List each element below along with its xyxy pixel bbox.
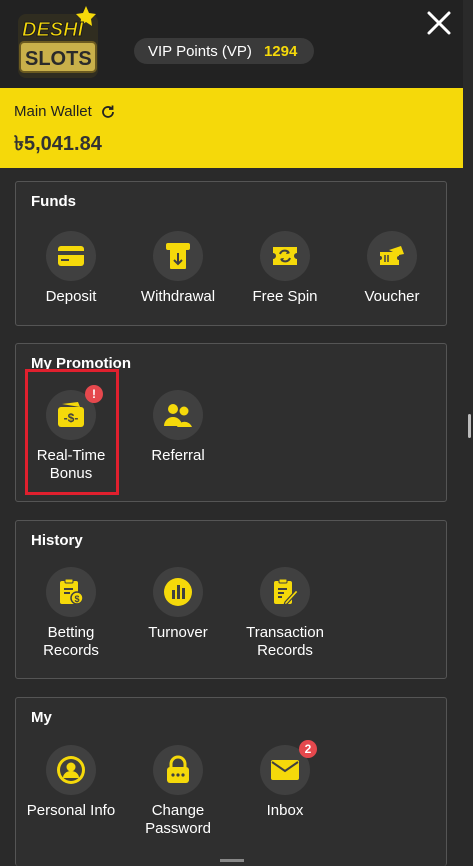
betting-records-icon: $ — [60, 578, 84, 605]
free-spin-label: Free Spin — [252, 288, 318, 305]
transaction-records-label: Transaction Records — [246, 624, 324, 659]
lock-password-icon — [167, 755, 189, 783]
deshi-slots-logo[interactable]: DESHI SLOTS — [14, 4, 106, 82]
referral-people-icon — [164, 404, 192, 427]
withdrawal-label: Withdrawal — [140, 288, 216, 305]
bonus-wallet-icon: -$- — [58, 402, 84, 427]
svg-text:SLOTS: SLOTS — [25, 48, 92, 70]
svg-text:-$-: -$- — [64, 411, 79, 425]
voucher-label: Voucher — [364, 288, 420, 305]
deposit-label: Deposit — [45, 288, 97, 305]
mail-icon — [271, 760, 299, 780]
voucher-button[interactable]: Voucher — [337, 231, 447, 306]
promotion-section: My Promotion -$- ! Real-Time Bonus Refer… — [15, 343, 447, 502]
section-title: Funds — [31, 193, 76, 210]
inbox-button[interactable]: 2 Inbox — [230, 740, 340, 820]
voucher-icon — [380, 246, 404, 265]
turnover-button[interactable]: Turnover — [123, 567, 233, 642]
bonus-alert-badge: ! — [85, 385, 103, 403]
withdrawal-button[interactable]: Withdrawal — [123, 231, 233, 306]
betting-records-label: Betting Records — [43, 624, 99, 659]
funds-section: Funds Deposit Withdrawal Free Spin Vouch… — [15, 181, 447, 326]
header: DESHI SLOTS VIP Points (VP) 1294 — [0, 0, 463, 88]
deposit-button[interactable]: Deposit — [16, 231, 126, 306]
section-title: My Promotion — [31, 355, 131, 372]
deposit-card-icon — [58, 246, 84, 266]
close-icon[interactable] — [424, 8, 454, 38]
vip-points-pill[interactable]: VIP Points (VP) 1294 — [134, 38, 314, 64]
main-wallet-panel: Main Wallet ৳5,041.84 — [0, 88, 463, 168]
real-time-bonus-button[interactable]: -$- ! Real-Time Bonus — [16, 385, 126, 483]
inbox-count-badge: 2 — [299, 740, 317, 758]
withdrawal-atm-icon — [166, 243, 190, 269]
refresh-icon[interactable] — [100, 104, 116, 120]
turnover-chart-icon — [164, 578, 192, 606]
betting-records-button[interactable]: $ Betting Records — [16, 567, 126, 660]
change-password-button[interactable]: Change Password — [123, 745, 233, 838]
referral-button[interactable]: Referral — [123, 390, 233, 465]
turnover-label: Turnover — [148, 624, 208, 641]
svg-text:$: $ — [74, 594, 79, 604]
section-title: History — [31, 532, 83, 549]
scrollbar-handle[interactable] — [468, 414, 471, 438]
vip-points-label: VIP Points (VP) — [148, 42, 252, 60]
free-spin-button[interactable]: Free Spin — [230, 231, 340, 306]
personal-info-button[interactable]: Personal Info — [16, 745, 126, 820]
main-wallet-label: Main Wallet — [14, 103, 92, 120]
free-spin-ticket-icon — [273, 247, 297, 265]
section-title: My — [31, 709, 52, 726]
bottom-indicator — [220, 859, 244, 862]
my-section: My Personal Info Change Password 2 Inbox — [15, 697, 447, 866]
transaction-records-button[interactable]: Transaction Records — [230, 567, 340, 660]
referral-label: Referral — [151, 447, 205, 464]
personal-info-label: Personal Info — [26, 802, 116, 819]
person-icon — [57, 756, 85, 784]
wallet-balance: ৳5,041.84 — [14, 133, 102, 155]
change-password-label: Change Password — [145, 802, 211, 837]
svg-text:DESHI: DESHI — [22, 19, 84, 41]
real-time-bonus-label: Real-Time Bonus — [36, 447, 106, 482]
inbox-label: Inbox — [266, 802, 304, 819]
history-section: History $ Betting Records Turnover Trans… — [15, 520, 447, 679]
transaction-records-icon — [274, 578, 299, 606]
vip-points-value: 1294 — [263, 42, 298, 60]
